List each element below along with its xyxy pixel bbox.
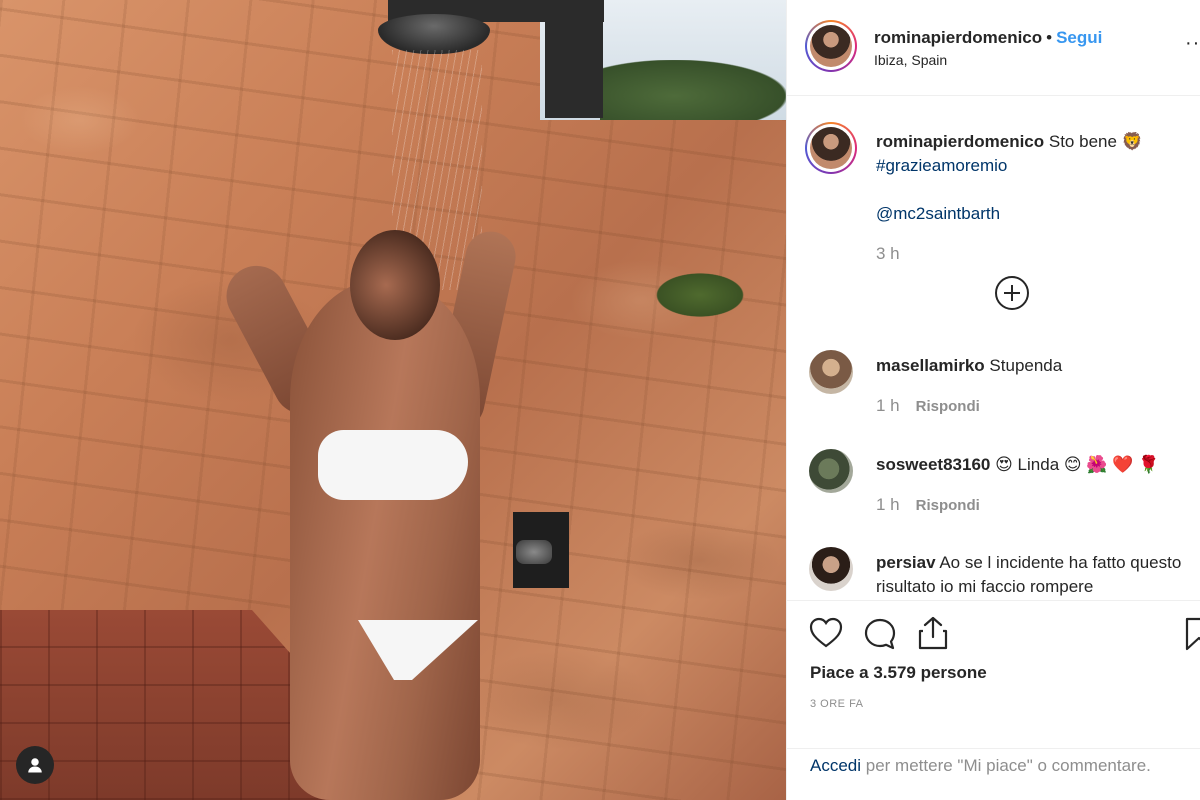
reply-button[interactable]: Rispondi bbox=[916, 398, 980, 415]
avatar-ring-inner bbox=[807, 124, 855, 172]
share-icon bbox=[918, 616, 948, 650]
likes-count[interactable]: Piace a 3.579 persone bbox=[810, 663, 987, 683]
caption-avatar[interactable] bbox=[805, 122, 857, 174]
avatar-image bbox=[810, 25, 852, 67]
caption-username[interactable]: rominapierdomenico bbox=[876, 132, 1044, 151]
comment-time[interactable]: 1 h bbox=[876, 495, 900, 514]
login-prompt: Accedi per mettere "Mi piace" o commenta… bbox=[787, 748, 1200, 800]
comment-avatar[interactable] bbox=[809, 547, 853, 591]
wall-plant bbox=[650, 270, 750, 320]
like-button[interactable] bbox=[809, 617, 843, 654]
comment-username[interactable]: persiav bbox=[876, 553, 936, 572]
post-location[interactable]: Ibiza, Spain bbox=[874, 52, 947, 68]
comment-body: 😍 Linda 😊 🌺 ❤️ 🌹 bbox=[995, 455, 1160, 474]
comment-username[interactable]: masellamirko bbox=[876, 356, 985, 375]
login-link[interactable]: Accedi bbox=[810, 756, 861, 775]
save-button[interactable] bbox=[1185, 617, 1200, 656]
comment-item: sosweet83160 😍 Linda 😊 🌺 ❤️ 🌹 1 h Rispond… bbox=[787, 449, 1200, 529]
comment-text: sosweet83160 😍 Linda 😊 🌺 ❤️ 🌹 bbox=[876, 453, 1186, 477]
post-photo[interactable] bbox=[0, 0, 786, 800]
load-more-comments-button[interactable] bbox=[995, 276, 1029, 310]
author-line: rominapierdomenico • Segui bbox=[874, 28, 1102, 48]
figure-swim-top bbox=[318, 430, 468, 500]
author-username[interactable]: rominapierdomenico bbox=[874, 28, 1042, 47]
caption-mention[interactable]: @mc2saintbarth bbox=[876, 204, 1000, 223]
author-avatar[interactable] bbox=[805, 20, 857, 72]
comment-meta: 1 h Rispondi bbox=[876, 495, 980, 515]
more-options-button[interactable]: ··· bbox=[1185, 32, 1200, 55]
heart-icon bbox=[809, 617, 843, 648]
plus-circle-icon bbox=[1004, 285, 1020, 301]
login-prompt-rest: per mettere "Mi piace" o commentare. bbox=[865, 756, 1151, 775]
caption-text: rominapierdomenico Sto bene 🦁 #grazieamo… bbox=[876, 130, 1186, 226]
comment-item: persiav Ao se l incidente ha fatto quest… bbox=[787, 547, 1200, 599]
figure-head bbox=[350, 230, 440, 340]
comment-text: persiav Ao se l incidente ha fatto quest… bbox=[876, 551, 1186, 599]
avatar-image bbox=[810, 127, 852, 169]
post-age[interactable]: 3 ORE FA bbox=[810, 698, 864, 710]
post-header: rominapierdomenico • Segui Ibiza, Spain ··… bbox=[787, 0, 1200, 96]
figure-body bbox=[290, 280, 480, 800]
follow-button[interactable]: Segui bbox=[1056, 28, 1102, 47]
separator-dot: • bbox=[1046, 28, 1053, 47]
comment-icon bbox=[864, 618, 896, 650]
comment-avatar[interactable] bbox=[809, 350, 853, 394]
bookmark-icon bbox=[1185, 617, 1200, 651]
caption-hashtag[interactable]: #grazieamoremio bbox=[876, 156, 1007, 175]
valve-knob bbox=[516, 540, 552, 564]
comment-item: masellamirko Stupenda 1 h Rispondi bbox=[787, 350, 1200, 430]
caption-body: Sto bene 🦁 bbox=[1048, 132, 1143, 151]
post-caption: rominapierdomenico Sto bene 🦁 #grazieamo… bbox=[787, 100, 1200, 310]
reply-button[interactable]: Rispondi bbox=[916, 497, 980, 514]
login-prompt-text: Accedi per mettere "Mi piace" o commenta… bbox=[810, 756, 1151, 776]
caption-time[interactable]: 3 h bbox=[876, 244, 900, 264]
tagged-user-button[interactable] bbox=[16, 746, 54, 784]
comment-body: Stupenda bbox=[989, 356, 1063, 375]
person-figure bbox=[215, 220, 521, 800]
comment-button[interactable] bbox=[863, 617, 897, 656]
share-button[interactable] bbox=[917, 615, 949, 656]
post-sidebar: rominapierdomenico • Segui Ibiza, Spain ··… bbox=[786, 0, 1200, 800]
user-icon bbox=[28, 758, 42, 773]
post-actions: Piace a 3.579 persone 3 ORE FA bbox=[787, 600, 1200, 748]
comment-text: masellamirko Stupenda bbox=[876, 354, 1186, 378]
comment-meta: 1 h Rispondi bbox=[876, 396, 980, 416]
comment-avatar[interactable] bbox=[809, 449, 853, 493]
comment-username[interactable]: sosweet83160 bbox=[876, 455, 990, 474]
comment-time[interactable]: 1 h bbox=[876, 396, 900, 415]
avatar-ring-inner bbox=[807, 22, 855, 70]
